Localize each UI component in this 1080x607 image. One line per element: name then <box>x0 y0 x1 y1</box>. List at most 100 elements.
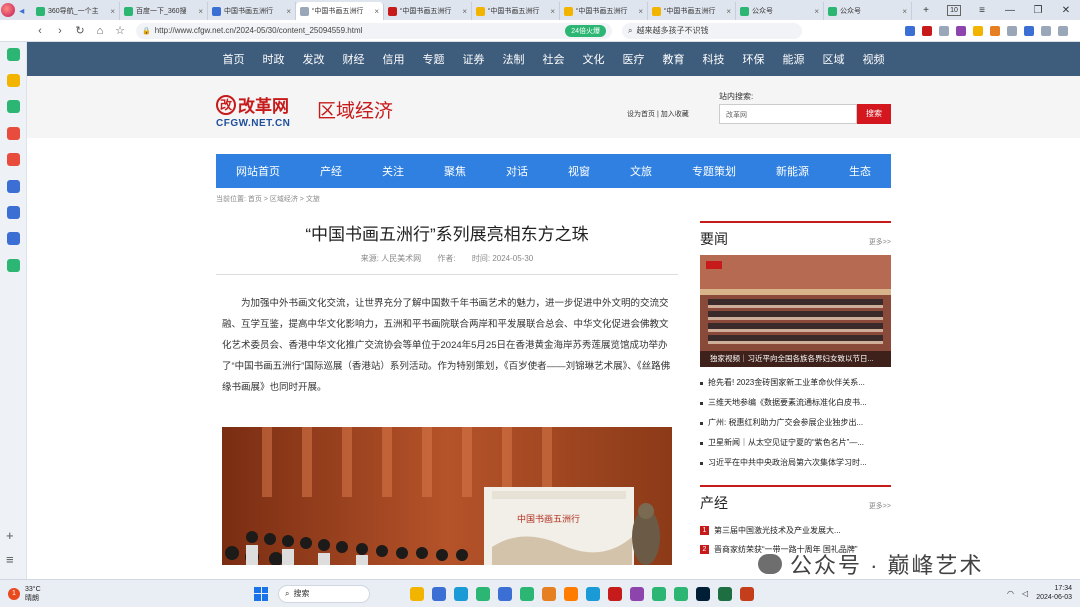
sidebar-app-icon-5[interactable] <box>7 153 20 166</box>
top-nav-item[interactable]: 财经 <box>343 51 365 67</box>
top-nav-item[interactable]: 信用 <box>383 51 405 67</box>
sidebar-add-icon[interactable]: + <box>6 528 14 543</box>
news-list-item[interactable]: 卫星新闻｜从太空见证宁夏的“紫色名片”—... <box>700 433 891 453</box>
browser-tab[interactable]: “中国书画五洲行 × <box>472 2 560 20</box>
browser-tab[interactable]: “中国书画五洲行 × <box>560 2 648 20</box>
news-photo[interactable]: 独家视频｜习近平向全国各族各界妇女致以节日... <box>700 255 891 367</box>
extension-icon[interactable] <box>956 25 966 36</box>
browser-tab[interactable]: 中国书画五洲行 × <box>208 2 296 20</box>
news-list-item[interactable]: 抢先看! 2023金砖国家新工业革命伙伴关系... <box>700 373 891 393</box>
tab-close-icon[interactable]: × <box>108 7 115 16</box>
top-nav-item[interactable]: 区域 <box>823 51 845 67</box>
clock[interactable]: 17:34 2024-06-03 <box>1036 584 1072 602</box>
tab-close-icon[interactable]: × <box>284 7 291 16</box>
top-nav-item[interactable]: 专题 <box>423 51 445 67</box>
channel-nav-item[interactable]: 对话 <box>506 163 528 179</box>
store-icon[interactable] <box>498 586 512 601</box>
site-search-button[interactable]: 搜索 <box>857 104 891 124</box>
menu-icon[interactable]: ≡ <box>968 5 996 16</box>
sidebar-app-icon-8[interactable] <box>7 232 20 245</box>
wifi-icon[interactable]: ◠ <box>1007 589 1014 598</box>
app-icon-3[interactable] <box>586 586 600 601</box>
top-nav-item[interactable]: 证券 <box>463 51 485 67</box>
sidebar-favorites-icon[interactable] <box>7 74 20 87</box>
sidebar-app-icon-3[interactable] <box>7 100 20 113</box>
sidebar-app-icon-4[interactable] <box>7 127 20 140</box>
channel-nav-item[interactable]: 视窗 <box>568 163 590 179</box>
browser-tab[interactable]: “中国书画五洲行 × <box>648 2 736 20</box>
browser-tab[interactable]: 公众号 × <box>824 2 912 20</box>
new-tab-button[interactable]: + <box>912 5 940 16</box>
top-nav-item[interactable]: 环保 <box>743 51 765 67</box>
news-more-link[interactable]: 更多>> <box>869 237 891 247</box>
sidebar-menu-icon[interactable]: ≡ <box>6 552 14 567</box>
translate-icon[interactable] <box>1024 25 1034 36</box>
sidebar-app-icon-1[interactable] <box>7 48 20 61</box>
site-search-input[interactable]: 改革网 <box>719 104 857 124</box>
apps-grid-icon[interactable] <box>1007 25 1017 36</box>
channel-nav-item[interactable]: 产经 <box>320 163 342 179</box>
illustrator-icon[interactable] <box>564 586 578 601</box>
game-icon[interactable] <box>990 25 1000 36</box>
article-photo[interactable]: 中国书画五洲行 <box>222 427 672 565</box>
browser-tab[interactable]: “中国书画五洲行 × <box>296 2 384 20</box>
channel-nav-item[interactable]: 网站首页 <box>236 163 280 179</box>
download-icon[interactable] <box>939 25 949 36</box>
shield-icon[interactable] <box>973 25 983 36</box>
tab-close-icon[interactable]: × <box>724 7 731 16</box>
powerpoint-icon[interactable] <box>740 586 754 601</box>
top-nav-item[interactable]: 首页 <box>223 51 245 67</box>
tab-close-icon[interactable]: × <box>372 7 379 16</box>
channel-nav-item[interactable]: 聚焦 <box>444 163 466 179</box>
top-nav-item[interactable]: 视频 <box>863 51 885 67</box>
site-logo[interactable]: 改 改革网 CFGW.NET.CN <box>216 92 290 129</box>
browser-search-field[interactable]: ⌕ 越来越多孩子不识钱 <box>622 22 802 39</box>
browser-tab[interactable]: 360导航_一个主 × <box>32 2 120 20</box>
top-nav-item[interactable]: 法制 <box>503 51 525 67</box>
more-icon[interactable] <box>1058 25 1068 36</box>
top-nav-item[interactable]: 发改 <box>303 51 325 67</box>
channel-nav-item[interactable]: 新能源 <box>776 163 809 179</box>
tab-close-icon[interactable]: × <box>636 7 643 16</box>
sidebar-app-icon-7[interactable] <box>7 206 20 219</box>
tab-close-icon[interactable]: × <box>900 7 907 16</box>
taskbar-search[interactable]: ⌕ 搜索 <box>278 584 370 603</box>
reload-icon[interactable]: ↻ <box>70 24 90 37</box>
back-button[interactable]: ‹ <box>30 25 50 37</box>
news-list-item[interactable]: 三维天地参编《数据要素流通标准化白皮书... <box>700 393 891 413</box>
top-nav-item[interactable]: 文化 <box>583 51 605 67</box>
close-window-button[interactable]: ✕ <box>1052 5 1080 16</box>
url-field[interactable]: 🔒 http://www.cfgw.net.cn/2024-05/30/cont… <box>136 22 612 39</box>
top-nav-item[interactable]: 社会 <box>543 51 565 67</box>
tab-close-icon[interactable]: × <box>548 7 555 16</box>
news-photo-caption[interactable]: 独家视频｜习近平向全国各族各界妇女致以节日... <box>700 351 891 367</box>
industry-list-item[interactable]: 1 第三届中国激光技术及产业发展大... <box>700 521 891 540</box>
browser-logo-icon[interactable] <box>0 0 15 20</box>
home-icon[interactable]: ⌂ <box>90 25 110 37</box>
forward-button[interactable]: › <box>50 25 70 37</box>
channel-nav-item[interactable]: 生态 <box>849 163 871 179</box>
app-icon-4[interactable] <box>608 586 622 601</box>
top-nav-item[interactable]: 科技 <box>703 51 725 67</box>
tab-close-icon[interactable]: × <box>196 7 203 16</box>
browser-back-tab-icon[interactable]: ◂ <box>15 2 32 20</box>
sidebar-scissors-icon[interactable] <box>7 259 20 272</box>
top-nav-item[interactable]: 教育 <box>663 51 685 67</box>
app-icon[interactable] <box>476 586 490 601</box>
channel-nav-item[interactable]: 关注 <box>382 163 404 179</box>
channel-nav-item[interactable]: 专题策划 <box>692 163 736 179</box>
channel-nav-item[interactable]: 文旅 <box>630 163 652 179</box>
browser-tab[interactable]: 公众号 × <box>736 2 824 20</box>
start-icon[interactable] <box>254 586 268 601</box>
volume-icon[interactable]: ◁ <box>1022 589 1028 598</box>
sidebar-app-icon-6[interactable] <box>7 180 20 193</box>
browser-360-icon[interactable] <box>520 586 534 601</box>
app-icon-5[interactable] <box>630 586 644 601</box>
tab-count[interactable]: 10 <box>947 4 961 16</box>
undo-icon[interactable] <box>1041 25 1051 36</box>
gallery-icon[interactable] <box>432 586 446 601</box>
mail-icon[interactable] <box>905 25 915 36</box>
wechat-taskbar-icon[interactable] <box>674 586 688 601</box>
browser-tab[interactable]: “中国书画五洲行 × <box>384 2 472 20</box>
browser-tab[interactable]: 百度一下_360搜 × <box>120 2 208 20</box>
